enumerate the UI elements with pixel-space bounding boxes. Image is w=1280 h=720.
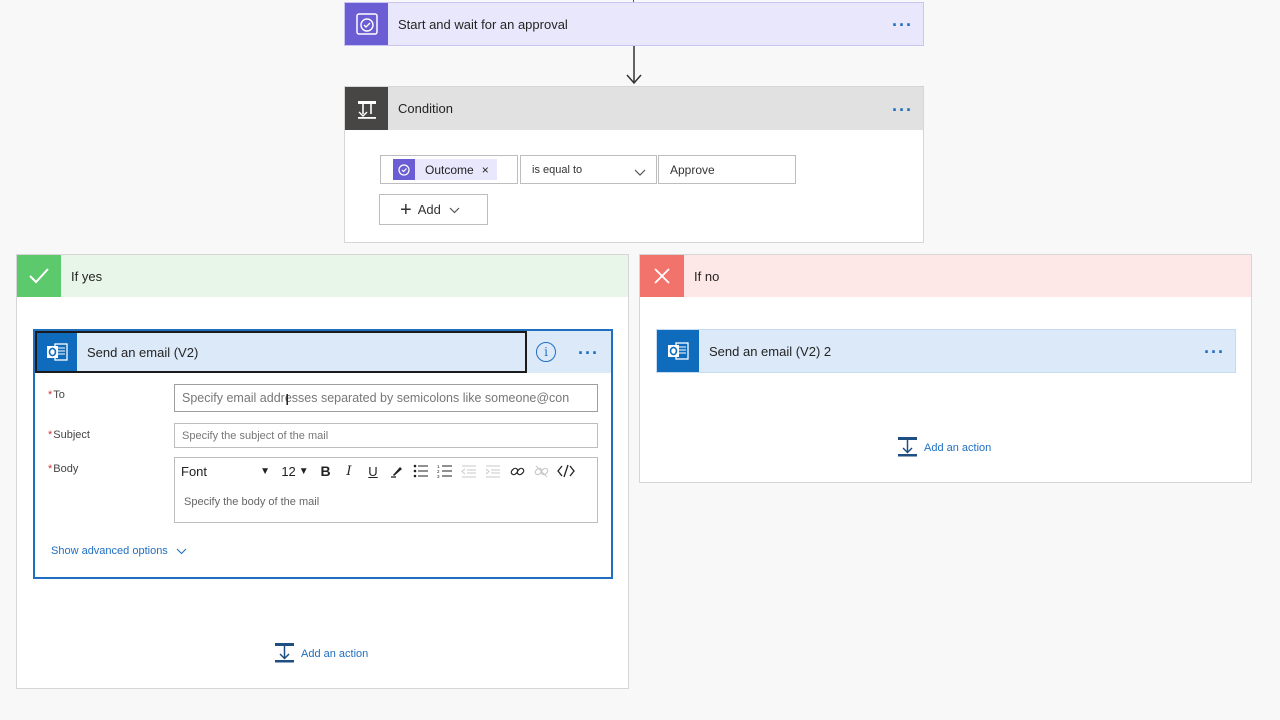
outcome-token-icon [393, 159, 415, 180]
subject-label: *Subject [48, 429, 90, 441]
condition-value-input[interactable]: Approve [658, 155, 796, 184]
to-placeholder: Specify email addresses separated by sem… [182, 391, 570, 405]
send-email-2-more-button[interactable]: ··· [1204, 343, 1225, 361]
approval-title: Start and wait for an approval [398, 16, 568, 32]
operator-dropdown-value: is equal to [532, 163, 583, 176]
subject-input[interactable]: Specify the subject of the mail [174, 423, 598, 448]
approval-card[interactable]: Start and wait for an approval ··· [344, 2, 924, 46]
subject-placeholder: Specify the subject of the mail [182, 429, 329, 442]
plus-icon: + [400, 198, 412, 221]
outcome-token-remove-icon[interactable]: × [482, 163, 489, 177]
add-action-icon [274, 642, 295, 666]
condition-left-operand[interactable]: Outcome × [380, 155, 518, 184]
send-email-header[interactable]: Send an email (V2) [35, 331, 527, 373]
operator-dropdown[interactable]: is equal to [520, 155, 657, 184]
italic-icon[interactable]: I [337, 460, 361, 482]
increase-indent-icon [481, 460, 505, 482]
if-no-title: If no [694, 268, 720, 284]
approval-icon [345, 3, 388, 45]
condition-more-button[interactable]: ··· [892, 101, 913, 119]
chevron-down-icon [176, 542, 187, 560]
link-icon[interactable] [505, 460, 529, 482]
if-no-add-action[interactable]: Add an action [897, 436, 991, 460]
body-toolbar: Font ▼ 12 ▼ B I U 123 [175, 458, 597, 484]
underline-icon[interactable]: U [361, 460, 385, 482]
outcome-token-label: Outcome [425, 162, 474, 177]
approval-more-button[interactable]: ··· [892, 16, 913, 34]
send-email-2-title: Send an email (V2) 2 [709, 343, 832, 359]
body-label: *Body [48, 463, 79, 475]
send-email-2-card[interactable]: Send an email (V2) 2 ··· [656, 329, 1236, 373]
add-action-label: Add an action [301, 648, 369, 660]
highlight-icon[interactable] [385, 460, 409, 482]
add-action-label: Add an action [924, 442, 992, 454]
condition-value-text: Approve [670, 162, 715, 177]
check-icon [17, 255, 61, 297]
caret-down-icon: ▼ [260, 465, 270, 477]
condition-card: Condition ··· Outcome × is equal to Appr… [344, 86, 924, 243]
caret-down-icon: ▼ [298, 465, 309, 477]
numbered-list-icon[interactable]: 123 [433, 460, 457, 482]
bullet-list-icon[interactable] [409, 460, 433, 482]
to-input[interactable]: Specify email addresses separated by sem… [174, 384, 598, 412]
add-condition-button[interactable]: + Add [379, 194, 488, 225]
send-email-more-button[interactable]: ··· [578, 344, 599, 362]
add-action-icon [897, 436, 918, 460]
send-email-card: Send an email (V2) i ··· *To Specify ema… [33, 329, 613, 579]
outlook-icon [37, 333, 77, 371]
body-input[interactable]: Specify the body of the mail [184, 496, 319, 508]
condition-icon [345, 87, 388, 130]
connector-arrow [624, 46, 644, 86]
chevron-down-icon [449, 201, 460, 219]
body-placeholder: Specify the body of the mail [184, 496, 320, 508]
to-label: *To [48, 389, 65, 401]
text-cursor-icon: I [285, 392, 290, 409]
if-yes-title: If yes [71, 268, 103, 284]
chevron-down-icon [634, 164, 646, 182]
send-email-title: Send an email (V2) [87, 344, 199, 360]
close-icon [640, 255, 684, 297]
if-yes-branch: If yes Send an email (V2) i ··· *To Spec… [16, 254, 629, 689]
unlink-icon [529, 460, 553, 482]
show-advanced-options-link[interactable]: Show advanced options [51, 542, 187, 560]
if-yes-add-action[interactable]: Add an action [274, 642, 368, 666]
bold-icon[interactable]: B [314, 460, 337, 482]
code-view-icon[interactable] [553, 460, 579, 482]
outcome-token[interactable]: Outcome × [393, 159, 497, 180]
font-dropdown[interactable]: Font ▼ [181, 460, 276, 482]
body-editor: Font ▼ 12 ▼ B I U 123 Specify the body o… [174, 457, 598, 523]
font-size-dropdown[interactable]: 12 ▼ [276, 460, 314, 482]
decrease-indent-icon [457, 460, 481, 482]
info-icon[interactable]: i [536, 342, 556, 362]
show-advanced-options-label: Show advanced options [51, 545, 168, 557]
svg-text:3: 3 [437, 474, 440, 478]
add-condition-label: Add [417, 202, 441, 217]
outlook-icon [657, 330, 699, 372]
if-no-branch: If no Send an email (V2) 2 ··· Add an ac… [639, 254, 1252, 483]
condition-title: Condition [398, 101, 453, 116]
